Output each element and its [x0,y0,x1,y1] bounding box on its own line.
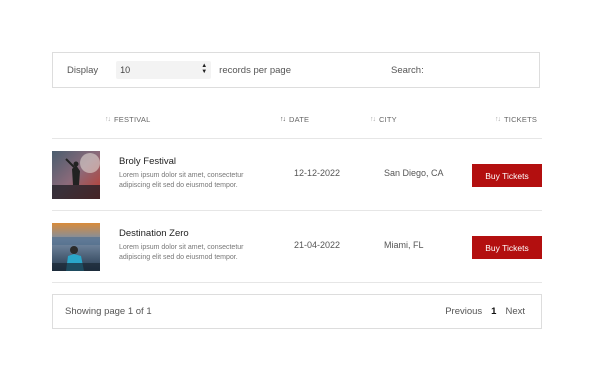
sort-icon: ↑↓ [370,116,376,123]
previous-page-button[interactable]: Previous [445,306,482,317]
festival-cell: Destination Zero Lorem ipsum dolor sit a… [119,228,269,262]
festival-description-line: Lorem ipsum dolor sit amet, consectetur [119,172,244,179]
festival-description-line: Lorem ipsum dolor sit amet, consectetur [119,244,244,251]
column-header-tickets[interactable]: ↑↓ TICKETS [495,115,537,124]
current-page-button[interactable]: 1 [491,306,496,317]
festival-description: Lorem ipsum dolor sit amet, consectetur … [119,171,269,190]
column-header-date[interactable]: ↑↓ DATE [280,115,309,124]
festival-description-line: adipiscing elit sed do eiusmod tempor. [119,181,238,189]
table-footer: Showing page 1 of 1 Previous 1 Next [52,294,542,329]
festival-description: Lorem ipsum dolor sit amet, consectetur … [119,243,269,262]
column-header-label: TICKETS [504,115,538,124]
table-row: Destination Zero Lorem ipsum dolor sit a… [52,211,542,283]
search-label: Search: [390,64,424,76]
search-input[interactable] [429,61,534,79]
concert-photo-icon [52,151,100,199]
festival-name: Broly Festival [119,156,177,167]
festival-city: San Diego, CA [384,168,444,178]
records-per-page-label: records per page [219,64,291,76]
sort-asc-icon: ↑↓ [280,116,286,123]
column-header-festival[interactable]: ↑↓ FESTIVAL [105,115,150,124]
sort-icon: ↑↓ [495,116,501,123]
sort-icon: ↑↓ [105,116,111,123]
column-header-label: FESTIVAL [114,115,151,124]
page-size-value: 10 [120,65,131,75]
display-label: Display [67,64,99,76]
column-header-city[interactable]: ↑↓ CITY [370,115,397,124]
dj-photo-icon [52,223,100,271]
buy-tickets-button[interactable]: Buy Tickets [472,164,542,187]
buy-tickets-button[interactable]: Buy Tickets [472,236,542,259]
page-size-select[interactable]: 10 ▲ ▼ [116,61,212,79]
table-controls: Display 10 ▲ ▼ records per page Search: [52,52,540,88]
column-header-label: DATE [289,115,310,124]
table-row: Broly Festival Lorem ipsum dolor sit ame… [52,139,542,211]
select-arrows-icon: ▲ ▼ [201,63,208,75]
festival-date: 12-12-2022 [294,168,341,178]
next-page-button[interactable]: Next [505,306,525,317]
festival-city: Miami, FL [384,240,424,250]
festival-description-line: adipiscing elit sed do eiusmod tempor. [119,253,238,261]
table-header: ↑↓ FESTIVAL ↑↓ DATE ↑↓ CITY ↑↓ TICKETS [52,104,542,139]
festival-date: 21-04-2022 [294,240,341,250]
pagination: Previous 1 Next [445,306,525,317]
festival-cell: Broly Festival Lorem ipsum dolor sit ame… [119,156,269,190]
festival-name: Destination Zero [119,228,189,239]
column-header-label: CITY [379,115,397,124]
festival-table: ↑↓ FESTIVAL ↑↓ DATE ↑↓ CITY ↑↓ TICKETS B… [52,104,542,283]
page-info: Showing page 1 of 1 [65,306,152,317]
datatable-widget: Display 10 ▲ ▼ records per page Search: ↑… [0,0,594,381]
